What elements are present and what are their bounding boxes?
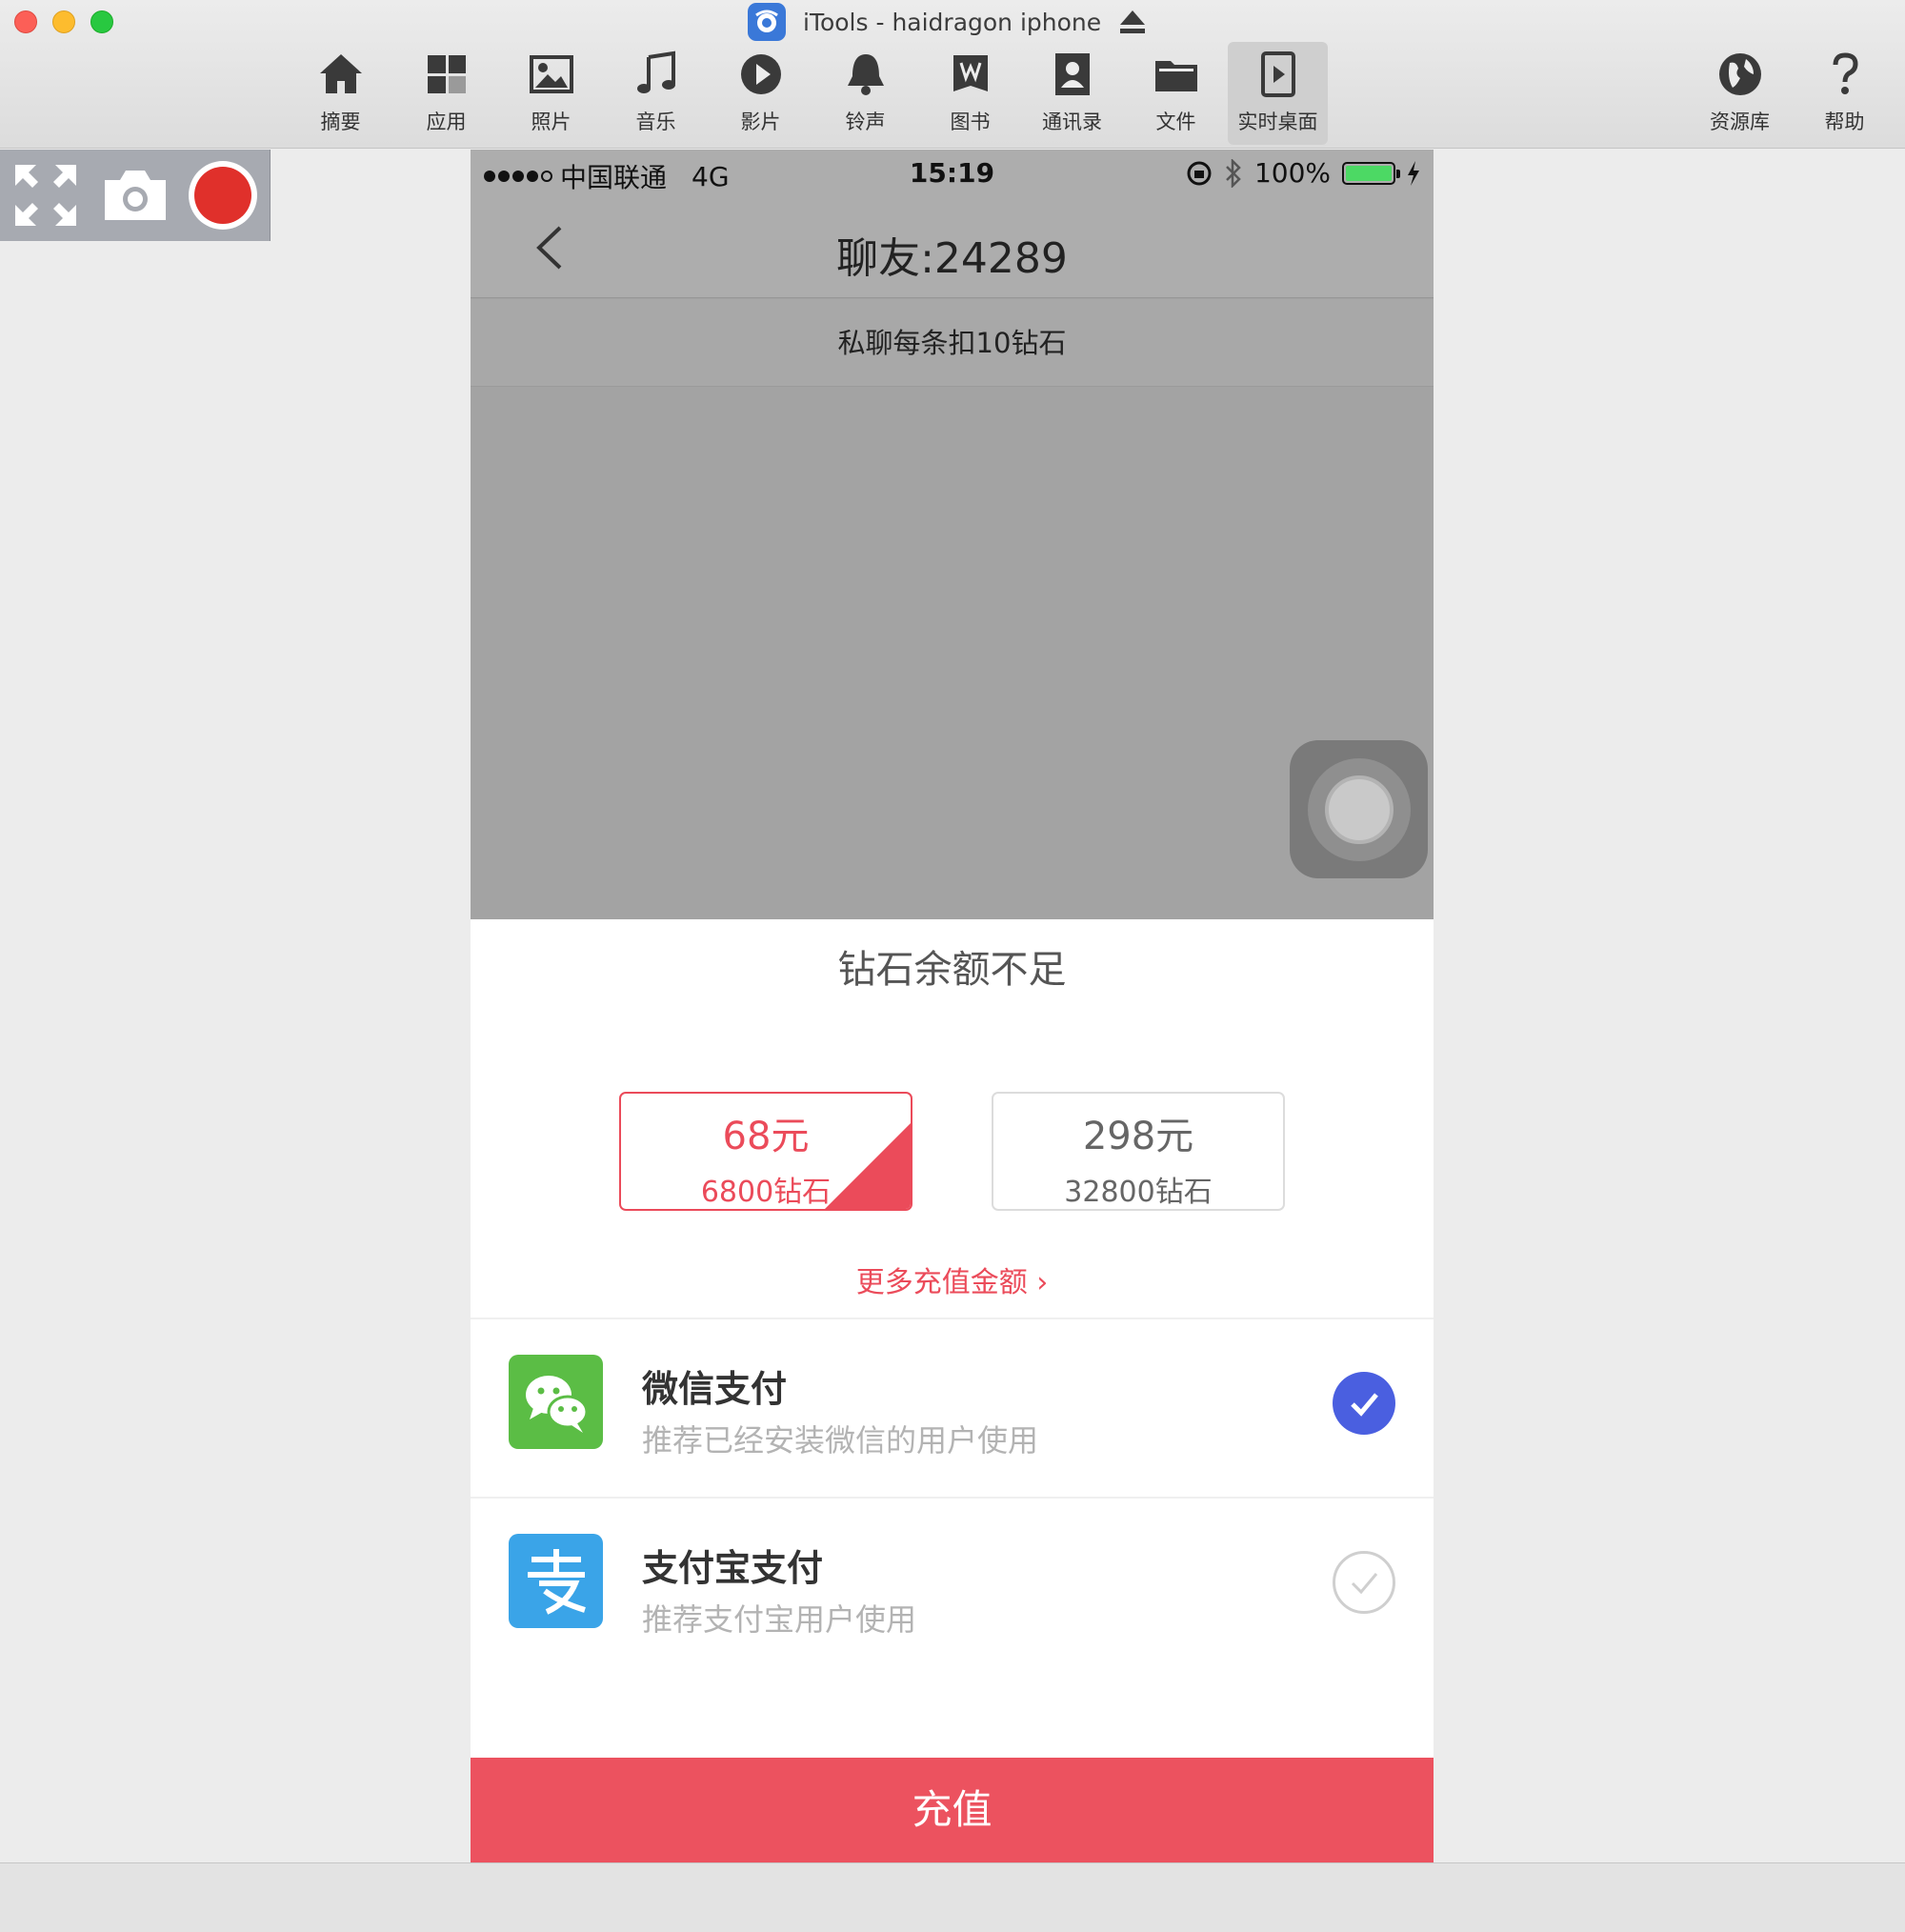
play-icon — [740, 54, 781, 94]
toolbar-label: 影片 — [740, 111, 781, 133]
toolbar-item-apps[interactable]: 应用 — [396, 42, 496, 145]
payment-name: 微信支付 — [642, 1368, 788, 1410]
music-icon — [636, 50, 675, 93]
toolbar-item-movies[interactable]: 影片 — [711, 42, 811, 145]
page-title: 聊友:24289 — [836, 234, 1068, 283]
help-icon — [1833, 52, 1858, 94]
recharge-sheet: 钻石余额不足 68元 6800钻石 298元 32800钻石 更多充值金额 › … — [471, 919, 1434, 1862]
battery-percent: 100% — [1253, 157, 1331, 189]
toolbar-item-ringtones[interactable]: 铃声 — [815, 42, 915, 145]
apps-icon — [427, 55, 466, 93]
payment-desc: 推荐支付宝用户使用 — [642, 1601, 917, 1638]
toolbar-label: 帮助 — [1824, 111, 1865, 133]
recharge-option-68[interactable]: 68元 6800钻石 — [619, 1092, 912, 1211]
checkmark-unselected-icon[interactable] — [1333, 1551, 1395, 1614]
toolbar-label: 文件 — [1155, 111, 1196, 133]
toolbar-label: 图书 — [950, 111, 991, 133]
toolbar-label: 应用 — [426, 111, 467, 133]
screen-control-bar — [0, 150, 271, 241]
recharge-button[interactable]: 充值 — [471, 1758, 1434, 1862]
more-amounts-link[interactable]: 更多充值金额 › — [471, 1258, 1434, 1300]
bluetooth-icon — [1226, 158, 1241, 188]
sheet-title: 钻石余额不足 — [837, 948, 1067, 992]
toolbar-item-library[interactable]: 资源库 — [1690, 42, 1790, 145]
selected-corner-badge — [825, 1123, 911, 1209]
photo-icon — [529, 55, 573, 93]
recharge-option-298[interactable]: 298元 32800钻石 — [992, 1092, 1285, 1211]
live-desktop-icon — [1260, 51, 1295, 97]
toolbar-item-music[interactable]: 音乐 — [606, 42, 706, 145]
toolbar-item-summary[interactable]: 摘要 — [291, 42, 391, 145]
battery-icon — [1342, 161, 1400, 185]
toolbar-item-live-desktop[interactable]: 实时桌面 — [1228, 42, 1328, 145]
contacts-icon — [1054, 53, 1090, 95]
toolbar-label: 资源库 — [1710, 111, 1770, 133]
book-icon — [952, 55, 988, 91]
toolbar-label: 通讯录 — [1042, 111, 1102, 133]
phone-screen[interactable]: 中国联通 4G 15:19 100% 聊友:24289 私聊每条扣10钻石 钻石… — [471, 150, 1434, 1862]
globe-icon — [1718, 53, 1761, 95]
itools-logo-icon — [748, 3, 786, 41]
assistive-touch-button[interactable] — [1290, 740, 1428, 878]
window-titlebar: iTools - haidragon iphone 摘要 应用 照片 音乐 影片… — [0, 0, 1905, 149]
payment-name: 支付宝支付 — [642, 1547, 824, 1589]
toolbar-item-contacts[interactable]: 通讯录 — [1022, 42, 1122, 145]
charging-icon — [1408, 160, 1419, 186]
payment-row-alipay[interactable]: 支付宝支付 推荐支付宝用户使用 — [471, 1499, 1434, 1676]
eject-icon[interactable] — [1118, 9, 1147, 35]
toolbar-label: 实时桌面 — [1237, 111, 1318, 133]
window-title-group: iTools - haidragon iphone — [748, 3, 1147, 41]
fullscreen-button[interactable] — [6, 157, 86, 233]
alipay-icon — [509, 1534, 603, 1628]
payment-desc: 推荐已经安装微信的用户使用 — [642, 1422, 1039, 1459]
payment-row-wechat[interactable]: 微信支付 推荐已经安装微信的用户使用 — [471, 1319, 1434, 1497]
chat-cost-notice: 私聊每条扣10钻石 — [471, 299, 1434, 387]
toolbar-item-books[interactable]: 图书 — [920, 42, 1020, 145]
record-icon — [189, 161, 257, 230]
maximize-window-button[interactable] — [90, 10, 113, 33]
screenshot-button[interactable] — [95, 157, 175, 233]
close-window-button[interactable] — [14, 10, 37, 33]
toolbar-item-photos[interactable]: 照片 — [501, 42, 601, 145]
bell-icon — [847, 54, 884, 95]
toolbar-item-files[interactable]: 文件 — [1126, 42, 1226, 145]
toolbar-label: 铃声 — [845, 111, 886, 133]
window-bottom-bar — [0, 1862, 1905, 1932]
navigation-bar: 聊友:24289 — [471, 197, 1434, 298]
rotation-lock-icon — [1187, 161, 1212, 185]
toolbar-label: 音乐 — [635, 111, 676, 133]
wechat-icon — [509, 1355, 603, 1449]
folder-icon — [1154, 61, 1197, 91]
home-icon — [319, 54, 362, 93]
fullscreen-icon — [15, 165, 76, 226]
checkmark-selected-icon[interactable] — [1333, 1372, 1395, 1435]
record-button[interactable] — [183, 157, 263, 233]
status-bar: 中国联通 4G 15:19 100% — [471, 150, 1434, 197]
camera-icon — [105, 171, 166, 220]
toolbar-label: 摘要 — [320, 111, 361, 133]
toolbar-item-help[interactable]: 帮助 — [1795, 42, 1895, 145]
option-price: 298元 — [1082, 1115, 1194, 1158]
option-amount: 32800钻石 — [1064, 1176, 1213, 1209]
window-title: iTools - haidragon iphone — [803, 8, 1102, 36]
toolbar-label: 照片 — [531, 111, 572, 133]
minimize-window-button[interactable] — [52, 10, 75, 33]
